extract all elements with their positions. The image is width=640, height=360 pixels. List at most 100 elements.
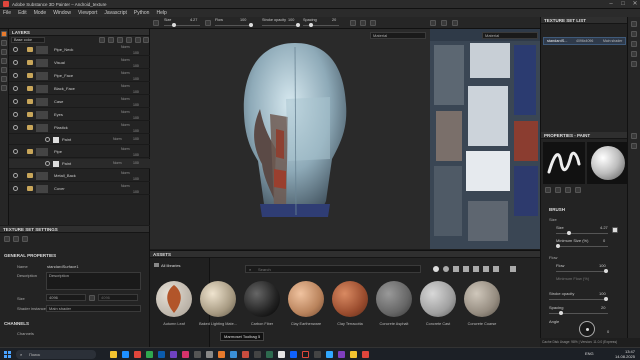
menu-window[interactable]: Window xyxy=(53,10,71,16)
menu-python[interactable]: Python xyxy=(134,10,150,16)
brush-stroke-opacity-value[interactable]: 100 xyxy=(599,291,606,296)
layer-blend[interactable]: Norm xyxy=(121,184,130,188)
layer-opacity[interactable]: 100 xyxy=(133,190,139,194)
brush-spacing-knob[interactable] xyxy=(559,311,563,315)
add-mask-icon[interactable] xyxy=(117,37,123,43)
shader-settings-icon[interactable] xyxy=(631,41,637,47)
menu-viewport[interactable]: Viewport xyxy=(78,10,97,16)
layer-blend[interactable]: Norm xyxy=(121,97,130,101)
viewport-material-select[interactable]: Material xyxy=(370,32,426,39)
alpha-tab-icon[interactable] xyxy=(555,187,561,193)
flow-slider[interactable] xyxy=(215,25,251,26)
lazy-mouse-icon[interactable] xyxy=(360,20,366,26)
history-icon[interactable] xyxy=(631,51,637,57)
taskbar-search[interactable]: ⌕ Поиск xyxy=(16,350,96,359)
menu-help[interactable]: Help xyxy=(156,10,166,16)
visibility-icon[interactable] xyxy=(13,149,18,154)
stroke-opacity-value[interactable]: 100 xyxy=(288,18,294,22)
3d-viewport[interactable]: Material xyxy=(150,29,430,249)
asset-thumbnail[interactable] xyxy=(288,281,324,317)
app-icon[interactable] xyxy=(338,351,345,358)
app-icon[interactable] xyxy=(362,351,369,358)
delete-layer-icon[interactable] xyxy=(143,37,149,43)
visibility-icon[interactable] xyxy=(13,173,18,178)
brush-tab-icon[interactable] xyxy=(545,187,551,193)
uv-material-select[interactable]: Material xyxy=(482,32,538,39)
settings-tab-icon[interactable] xyxy=(4,236,10,242)
brush-size-knob[interactable] xyxy=(567,231,571,235)
android-head-model[interactable] xyxy=(230,39,360,224)
asset-thumbnail[interactable] xyxy=(332,281,368,317)
filter-textures-icon[interactable] xyxy=(453,266,459,272)
app-icon[interactable] xyxy=(194,351,201,358)
layer-row[interactable]: Pipe_Face Norm 100 xyxy=(9,70,150,82)
spacing-slider-knob[interactable] xyxy=(309,23,313,27)
size-slider[interactable] xyxy=(164,25,200,26)
brush-preset-icon[interactable] xyxy=(153,20,159,26)
asset-thumbnail[interactable] xyxy=(376,281,412,317)
layer-row[interactable]: Case Norm 100 xyxy=(9,96,150,108)
layer-row[interactable]: Cover Norm 100 xyxy=(9,183,150,195)
description-field[interactable]: Description xyxy=(46,272,141,290)
visibility-icon[interactable] xyxy=(13,112,18,117)
layer-row[interactable]: Eyes Norm 100 xyxy=(9,109,150,121)
filter-materials-icon[interactable] xyxy=(433,266,439,272)
size-value[interactable]: 4.27 xyxy=(190,18,197,22)
link-icon[interactable] xyxy=(89,295,95,301)
view-options-icon[interactable] xyxy=(510,266,516,272)
texture-set-list-icon[interactable] xyxy=(631,21,637,27)
brush-spacing-slider[interactable] xyxy=(549,313,608,314)
brush-flow-knob[interactable] xyxy=(604,269,608,273)
brush-angle-value[interactable]: 0 xyxy=(607,329,609,334)
layer-blend[interactable]: Norm xyxy=(121,123,130,127)
asset-thumbnail[interactable] xyxy=(420,281,456,317)
substance-painter-taskbar-icon[interactable] xyxy=(302,351,309,358)
layer-row[interactable]: Metall_Back Norm 100 xyxy=(9,170,150,182)
visibility-icon[interactable] xyxy=(13,125,18,130)
min-size-knob[interactable] xyxy=(556,244,560,248)
app-icon[interactable] xyxy=(254,351,261,358)
size-select-2[interactable]: 4096 xyxy=(98,294,138,301)
camera-settings-icon[interactable] xyxy=(631,143,637,149)
mesh-tab-icon[interactable] xyxy=(22,236,28,242)
add-layer-icon[interactable] xyxy=(99,37,105,43)
menu-javascript[interactable]: Javascript xyxy=(104,10,127,16)
layer-blend[interactable]: Norm xyxy=(121,147,130,151)
size-select[interactable]: 4096 xyxy=(46,294,86,301)
projection-tool-icon[interactable] xyxy=(1,49,7,55)
stroke-opacity-slider[interactable] xyxy=(262,25,298,26)
layer-row[interactable]: Visual Norm 100 xyxy=(9,57,150,69)
visibility-icon[interactable] xyxy=(13,186,18,191)
minimize-button[interactable]: – xyxy=(605,0,617,9)
browser-icon[interactable] xyxy=(122,351,129,358)
layer-opacity[interactable]: 100 xyxy=(133,64,139,68)
layer-opacity[interactable]: 100 xyxy=(133,161,139,165)
asset-thumbnail[interactable] xyxy=(244,281,280,317)
eraser-tool-icon[interactable] xyxy=(1,40,7,46)
asset-search-box[interactable]: ⌕ Search xyxy=(245,265,421,273)
visibility-icon[interactable] xyxy=(13,73,18,78)
visibility-icon[interactable] xyxy=(13,86,18,91)
close-button[interactable]: ✕ xyxy=(629,0,640,9)
stroke-opacity-knob[interactable] xyxy=(296,23,300,27)
brush-stroke-opacity-slider[interactable] xyxy=(549,299,608,300)
app-icon[interactable] xyxy=(314,351,321,358)
layer-opacity[interactable]: 100 xyxy=(133,90,139,94)
photoshop-icon[interactable] xyxy=(326,351,333,358)
layer-blend[interactable]: Norm xyxy=(113,161,122,165)
paint-tool-icon[interactable] xyxy=(1,31,7,37)
app-icon[interactable] xyxy=(350,351,357,358)
app-icon[interactable] xyxy=(266,351,273,358)
filter-brushes-icon[interactable] xyxy=(463,266,469,272)
filter-filters-icon[interactable] xyxy=(483,266,489,272)
filter-particles-icon[interactable] xyxy=(493,266,499,272)
file-explorer-icon[interactable] xyxy=(110,351,117,358)
app-icon[interactable] xyxy=(278,351,285,358)
menu-edit[interactable]: Edit xyxy=(18,10,27,16)
layer-row[interactable]: Pipe Norm 100 xyxy=(9,146,150,158)
layer-opacity[interactable]: 100 xyxy=(133,137,139,141)
layer-blend[interactable]: Norm xyxy=(113,137,122,141)
visibility-icon[interactable] xyxy=(13,60,18,65)
layer-blend[interactable]: Norm xyxy=(121,84,130,88)
layer-opacity[interactable]: 100 xyxy=(133,153,139,157)
